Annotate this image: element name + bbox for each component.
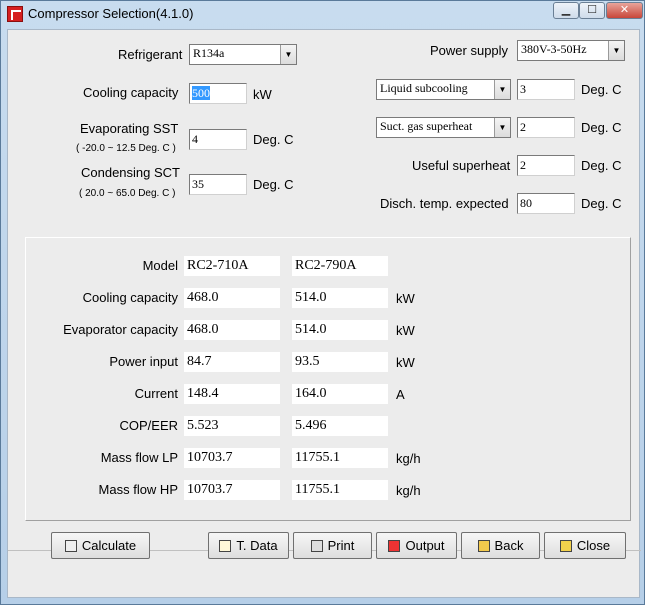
result-value-model-b: 164.0 bbox=[292, 384, 388, 404]
maximize-icon: ☐ bbox=[587, 4, 597, 16]
cooling-capacity-unit: kW bbox=[253, 87, 272, 102]
exit-icon bbox=[559, 540, 572, 552]
disch-temp-label: Disch. temp. expected bbox=[380, 196, 509, 211]
cond-sct-unit: Deg. C bbox=[253, 177, 294, 192]
calculate-label: Calculate bbox=[81, 538, 137, 553]
suct-gas-superheat-input[interactable]: 2 bbox=[517, 117, 575, 138]
liquid-subcooling-select[interactable]: Liquid subcooling ▼ bbox=[376, 79, 511, 100]
result-label: COP/EER bbox=[119, 418, 178, 433]
minimize-button[interactable]: ▁ bbox=[553, 2, 579, 19]
result-unit: kg/h bbox=[396, 483, 421, 498]
disch-temp-unit: Deg. C bbox=[581, 196, 622, 211]
result-value-model-b: 514.0 bbox=[292, 320, 388, 340]
liquid-subcooling-value: Liquid subcooling bbox=[380, 81, 468, 95]
cond-sct-range: ( 20.0 ~ 65.0 Deg. C ) bbox=[79, 188, 176, 199]
cooling-capacity-value: 500 bbox=[192, 86, 210, 100]
result-value-model-a: 5.523 bbox=[184, 416, 280, 436]
result-value-model-b: 514.0 bbox=[292, 288, 388, 308]
maximize-button[interactable]: ☐ bbox=[579, 2, 605, 19]
power-supply-label: Power supply bbox=[430, 43, 509, 58]
useful-superheat-unit: Deg. C bbox=[581, 158, 622, 173]
close-icon: ✕ bbox=[619, 4, 630, 16]
result-label: Evaporator capacity bbox=[63, 322, 178, 337]
power-supply-value: 380V-3-50Hz bbox=[521, 42, 587, 56]
result-unit: kW bbox=[396, 355, 415, 370]
back-icon bbox=[477, 540, 490, 552]
result-unit: kW bbox=[396, 291, 415, 306]
close-label: Close bbox=[576, 538, 611, 553]
app-icon bbox=[7, 6, 23, 22]
cooling-capacity-label: Cooling capacity bbox=[83, 85, 179, 100]
evap-sst-range: ( -20.0 ~ 12.5 Deg. C ) bbox=[76, 143, 176, 154]
result-value-model-a: 10703.7 bbox=[184, 480, 280, 500]
close-button[interactable]: Close bbox=[544, 532, 626, 559]
result-value-model-b: 11755.1 bbox=[292, 448, 388, 468]
result-value-model-b: 5.496 bbox=[292, 416, 388, 436]
result-value-model-a: 468.0 bbox=[184, 288, 280, 308]
refrigerant-select[interactable]: R134a ▼ bbox=[189, 44, 297, 65]
output-label: Output bbox=[405, 538, 445, 553]
chevron-down-icon[interactable]: ▼ bbox=[608, 41, 624, 60]
results-panel: Model RC2-710A RC2-790A Cooling capacity 468… bbox=[25, 237, 631, 521]
cooling-capacity-input[interactable]: 500 bbox=[189, 83, 247, 104]
app-window: Compressor Selection(4.1.0) ▁ ☐ ✕ Refrig… bbox=[0, 0, 645, 605]
liquid-subcooling-input[interactable]: 3 bbox=[517, 79, 575, 100]
result-unit: kW bbox=[396, 323, 415, 338]
chevron-down-icon[interactable]: ▼ bbox=[280, 45, 296, 64]
title-bar[interactable]: Compressor Selection(4.1.0) ▁ ☐ ✕ bbox=[1, 1, 645, 27]
useful-superheat-input[interactable]: 2 bbox=[517, 155, 575, 176]
result-label: Current bbox=[134, 386, 178, 401]
cond-sct-label: Condensing SCT bbox=[81, 165, 180, 180]
useful-superheat-label: Useful superheat bbox=[412, 158, 511, 173]
result-value-model-b: 93.5 bbox=[292, 352, 388, 372]
back-label: Back bbox=[494, 538, 524, 553]
disch-temp-input[interactable]: 80 bbox=[517, 193, 575, 214]
result-value-model-a: RC2-710A bbox=[184, 256, 280, 276]
suct-gas-superheat-value: Suct. gas superheat bbox=[380, 119, 473, 133]
print-label: Print bbox=[327, 538, 355, 553]
refrigerant-label: Refrigerant bbox=[118, 47, 183, 62]
result-unit: A bbox=[396, 387, 405, 402]
back-button[interactable]: Back bbox=[461, 532, 540, 559]
printer-icon bbox=[310, 540, 323, 552]
result-value-model-b: RC2-790A bbox=[292, 256, 388, 276]
result-label: Mass flow LP bbox=[100, 450, 178, 465]
power-supply-select[interactable]: 380V-3-50Hz ▼ bbox=[517, 40, 625, 61]
result-value-model-a: 148.4 bbox=[184, 384, 280, 404]
close-window-button[interactable]: ✕ bbox=[606, 2, 643, 19]
window-title: Compressor Selection(4.1.0) bbox=[28, 6, 194, 21]
result-value-model-b: 11755.1 bbox=[292, 480, 388, 500]
evap-sst-input[interactable]: 4 bbox=[189, 129, 247, 150]
result-label: Model bbox=[142, 258, 178, 273]
liquid-subcooling-unit: Deg. C bbox=[581, 82, 622, 97]
evap-sst-unit: Deg. C bbox=[253, 132, 294, 147]
calculate-button[interactable]: Calculate bbox=[51, 532, 150, 559]
cond-sct-input[interactable]: 35 bbox=[189, 174, 247, 195]
result-unit: kg/h bbox=[396, 451, 421, 466]
calculator-icon bbox=[64, 540, 77, 552]
document-icon bbox=[219, 540, 232, 552]
print-button[interactable]: Print bbox=[293, 532, 372, 559]
chevron-down-icon[interactable]: ▼ bbox=[494, 118, 510, 137]
result-value-model-a: 84.7 bbox=[184, 352, 280, 372]
refrigerant-value: R134a bbox=[193, 46, 225, 60]
result-label: Cooling capacity bbox=[82, 290, 178, 305]
result-label: Power input bbox=[109, 354, 178, 369]
output-button[interactable]: Output bbox=[376, 532, 457, 559]
result-value-model-a: 10703.7 bbox=[184, 448, 280, 468]
tdata-button[interactable]: T. Data bbox=[208, 532, 289, 559]
chevron-down-icon[interactable]: ▼ bbox=[494, 80, 510, 99]
tdata-label: T. Data bbox=[236, 538, 278, 553]
output-icon bbox=[388, 540, 401, 552]
result-label: Mass flow HP bbox=[98, 482, 178, 497]
suct-gas-superheat-unit: Deg. C bbox=[581, 120, 622, 135]
evap-sst-label: Evaporating SST bbox=[80, 121, 179, 136]
minimize-icon: ▁ bbox=[561, 4, 571, 16]
result-value-model-a: 468.0 bbox=[184, 320, 280, 340]
suct-gas-superheat-select[interactable]: Suct. gas superheat ▼ bbox=[376, 117, 511, 138]
